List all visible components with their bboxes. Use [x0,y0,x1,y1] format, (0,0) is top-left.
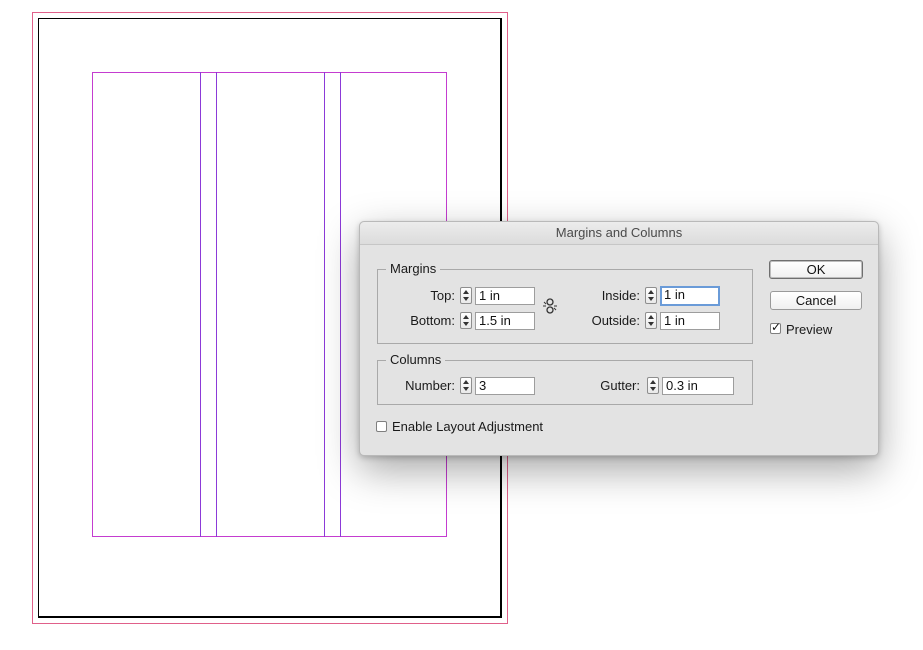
bottom-field[interactable]: 1.5 in [475,312,535,330]
enable-layout-adjustment-label[interactable]: Enable Layout Adjustment [392,419,543,434]
columns-group: Columns Number: 3 Gutter: 0.3 in [377,352,753,405]
cancel-button[interactable]: Cancel [770,291,862,310]
number-label: Number: [405,378,455,393]
inside-label: Inside: [601,288,640,303]
dialog-title[interactable]: Margins and Columns [360,222,878,245]
enable-layout-adjustment-checkbox[interactable] [376,421,387,432]
top-stepper[interactable] [460,287,472,304]
margins-and-columns-dialog: Margins and Columns Margins Top: 1 in Bo… [359,221,879,456]
top-label: Top: [430,288,455,303]
inside-field[interactable]: 1 in [660,286,720,306]
inside-stepper[interactable] [645,287,657,304]
margins-legend: Margins [386,261,441,276]
margins-group: Margins Top: 1 in Bottom: 1.5 in Inside:… [377,261,753,344]
outside-stepper[interactable] [645,312,657,329]
columns-legend: Columns [386,352,446,367]
preview-label[interactable]: Preview [786,322,832,337]
chain-link-icon[interactable] [543,298,557,314]
outside-field[interactable]: 1 in [660,312,720,330]
column-guide [216,72,217,537]
outside-label: Outside: [591,313,640,328]
number-field[interactable]: 3 [475,377,535,395]
bottom-label: Bottom: [410,313,455,328]
preview-checkbox[interactable]: ✓ [770,320,782,334]
gutter-field[interactable]: 0.3 in [662,377,734,395]
bottom-stepper[interactable] [460,312,472,329]
ok-button[interactable]: OK [769,260,863,279]
gutter-stepper[interactable] [647,377,659,394]
top-field[interactable]: 1 in [475,287,535,305]
checkmark-icon: ✓ [771,320,782,334]
gutter-label: Gutter: [600,378,640,393]
column-guide [340,72,341,537]
column-guide [324,72,325,537]
column-guide [200,72,201,537]
number-stepper[interactable] [460,377,472,394]
